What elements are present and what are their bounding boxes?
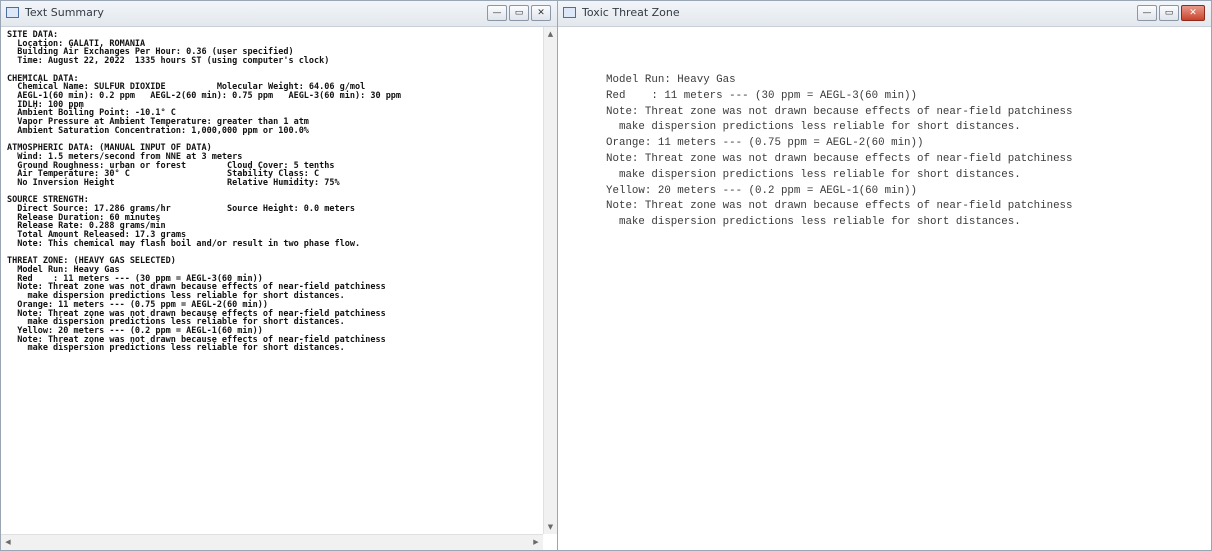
threat-zone-line: Orange: 11 meters --- (0.75 ppm = AEGL-2… bbox=[606, 137, 924, 150]
threat-zone-line: Note: Threat zone was not drawn because … bbox=[606, 152, 1073, 165]
window-controls: — ▭ ✕ bbox=[1137, 5, 1205, 21]
text-summary-body: SITE DATA: Location: GALATI, ROMANIA Bui… bbox=[1, 27, 543, 353]
summary-line bbox=[7, 66, 543, 75]
summary-line: No Inversion Height Relative Humidity: 7… bbox=[7, 177, 340, 188]
window-icon bbox=[6, 7, 19, 18]
horizontal-scrollbar[interactable]: ◀ ▶ bbox=[1, 534, 543, 550]
minimize-button[interactable]: — bbox=[1137, 5, 1157, 21]
summary-line: Note: This chemical may flash boil and/o… bbox=[7, 238, 361, 249]
close-button[interactable]: ✕ bbox=[531, 5, 551, 21]
window-icon bbox=[563, 7, 576, 18]
minimize-button[interactable]: — bbox=[487, 5, 507, 21]
threat-zone-line: Yellow: 20 meters --- (0.2 ppm = AEGL-1(… bbox=[606, 184, 918, 197]
maximize-button[interactable]: ▭ bbox=[509, 5, 529, 21]
threat-zone-line: make dispersion predictions less reliabl… bbox=[606, 121, 1021, 134]
threat-zone-content: Model Run: Heavy Gas Red : 11 meters --- … bbox=[558, 27, 1211, 550]
threat-zone-line: Model Run: Heavy Gas bbox=[606, 74, 736, 86]
summary-line: Time: August 22, 2022 1335 hours ST (usi… bbox=[7, 56, 330, 67]
summary-line: make dispersion predictions less reliabl… bbox=[7, 343, 345, 354]
summary-line: AEGL-1(60 min): 0.2 ppm AEGL-2(60 min): … bbox=[7, 90, 402, 101]
close-button[interactable]: ✕ bbox=[1181, 5, 1205, 21]
maximize-button[interactable]: ▭ bbox=[1159, 5, 1179, 21]
threat-zone-line: make dispersion predictions less reliabl… bbox=[606, 216, 1021, 229]
threat-zone-title: Toxic Threat Zone bbox=[582, 6, 680, 19]
threat-zone-body: Model Run: Heavy Gas Red : 11 meters --- … bbox=[558, 27, 1211, 231]
threat-zone-line: Red : 11 meters --- (30 ppm = AEGL-3(60 … bbox=[606, 89, 918, 102]
threat-zone-titlebar[interactable]: Toxic Threat Zone — ▭ ✕ bbox=[558, 1, 1211, 27]
vertical-scrollbar[interactable]: ▲ ▼ bbox=[543, 27, 557, 534]
scroll-left-arrow-icon[interactable]: ◀ bbox=[1, 535, 15, 549]
text-summary-title: Text Summary bbox=[25, 6, 104, 19]
text-summary-titlebar[interactable]: Text Summary — ▭ ✕ bbox=[1, 1, 557, 27]
scroll-up-arrow-icon[interactable]: ▲ bbox=[544, 27, 557, 41]
summary-line: Ambient Saturation Concentration: 1,000,… bbox=[7, 125, 309, 136]
scroll-down-arrow-icon[interactable]: ▼ bbox=[544, 520, 557, 534]
threat-zone-line: make dispersion predictions less reliabl… bbox=[606, 168, 1021, 181]
scroll-right-arrow-icon[interactable]: ▶ bbox=[529, 535, 543, 549]
threat-zone-window: Toxic Threat Zone — ▭ ✕ Model Run: Heavy… bbox=[557, 0, 1212, 551]
window-controls: — ▭ ✕ bbox=[487, 5, 551, 21]
threat-zone-line: Note: Threat zone was not drawn because … bbox=[606, 200, 1073, 213]
text-summary-content: SITE DATA: Location: GALATI, ROMANIA Bui… bbox=[1, 27, 543, 534]
text-summary-window: Text Summary — ▭ ✕ SITE DATA: Location: … bbox=[0, 0, 558, 551]
threat-zone-line: Note: Threat zone was not drawn because … bbox=[606, 105, 1073, 118]
